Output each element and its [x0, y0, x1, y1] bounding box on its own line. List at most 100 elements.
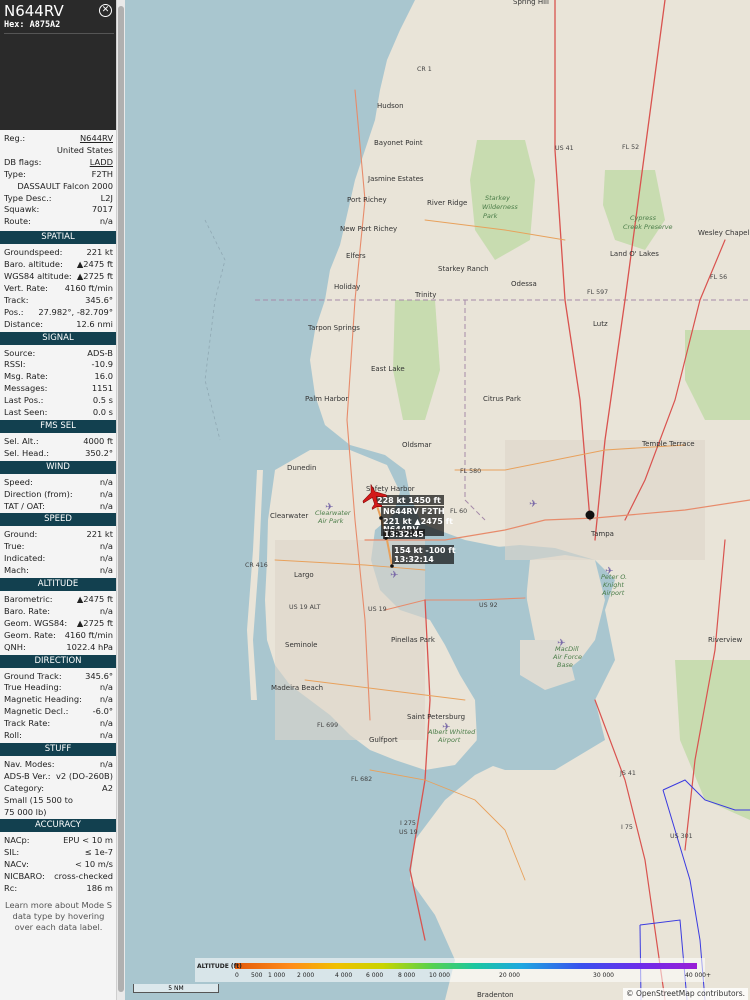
airport-icon[interactable]: ✈ [529, 499, 537, 510]
info-label[interactable]: Small (15 500 to [4, 794, 73, 806]
info-label[interactable]: Magnetic Decl.: [4, 705, 68, 717]
place-label: Pinellas Park [391, 636, 436, 644]
info-label[interactable]: Last Pos.: [4, 394, 43, 406]
park-label: Air Park [317, 517, 344, 525]
info-label[interactable]: RSSI: [4, 358, 26, 370]
info-row: Route: n/a [4, 215, 113, 227]
info-value: ADS-B [87, 347, 113, 358]
info-label[interactable]: Geom. Rate: [4, 629, 56, 641]
info-label[interactable]: Last Seen: [4, 406, 47, 418]
place-label: Seminole [285, 641, 317, 649]
info-label[interactable]: Ground Track: [4, 670, 62, 682]
park-label: Clearwater [315, 509, 352, 517]
info-label[interactable]: Sel. Alt.: [4, 435, 39, 447]
info-row: SIL: ≤ 1e-7 [4, 846, 113, 858]
info-label[interactable]: Roll: [4, 729, 22, 741]
info-label[interactable]: DB flags: [4, 156, 41, 168]
info-label[interactable]: Squawk: [4, 203, 39, 215]
info-label[interactable]: Msg. Rate: [4, 370, 48, 382]
airport-icon[interactable]: ✈ [605, 566, 613, 577]
map-view[interactable]: Spring Hill Hudson Bayonet Point Jasmine Es… [125, 0, 750, 1000]
info-value: United States [56, 144, 113, 155]
info-label[interactable]: Ground: [4, 528, 37, 540]
close-icon[interactable]: ✕ [99, 4, 112, 17]
info-label[interactable]: QNH: [4, 641, 26, 653]
info-row: ADS-B Ver.: v2 (DO-260B) [4, 770, 113, 782]
info-label[interactable]: NICBARO: [4, 870, 45, 882]
info-label[interactable]: Track: [4, 294, 29, 306]
info-row: Source: ADS-B [4, 347, 113, 359]
info-label[interactable]: True: [4, 540, 24, 552]
info-row: Track: 345.6° [4, 294, 113, 306]
info-label[interactable]: Distance: [4, 318, 43, 330]
road-shield-label: FL 56 [710, 274, 727, 281]
info-row: TAT / OAT: n/a [4, 500, 113, 512]
legend-tick: 0 [235, 972, 239, 979]
info-label[interactable]: Category: [4, 782, 44, 794]
info-label[interactable]: Nav. Modes: [4, 758, 55, 770]
info-value: 4160 ft/min [64, 282, 113, 293]
info-label[interactable]: Reg.: [4, 132, 25, 144]
road-shield-label: FL 682 [351, 776, 372, 783]
place-label: Trinity [414, 291, 436, 299]
info-label[interactable]: Sel. Head.: [4, 447, 49, 459]
track-label-time-2: 13:32:14 [394, 555, 434, 564]
info-label[interactable]: Baro. altitude: [4, 258, 63, 270]
info-label[interactable]: Track Rate: [4, 717, 50, 729]
info-value: n/a [99, 605, 113, 616]
info-label[interactable]: Direction (from): [4, 488, 73, 500]
legend-tick: 500 [251, 972, 263, 979]
info-label[interactable]: Indicated: [4, 552, 45, 564]
airport-icon[interactable]: ✈ [557, 638, 565, 649]
info-label[interactable]: Geom. WGS84: [4, 617, 67, 629]
place-label: Largo [294, 571, 314, 579]
info-label[interactable]: TAT / OAT: [4, 500, 45, 512]
info-label[interactable]: Route: [4, 215, 31, 227]
info-label[interactable]: NACv: [4, 858, 29, 870]
airport-icon[interactable]: ✈ [442, 722, 450, 733]
info-label[interactable]: SIL: [4, 846, 19, 858]
map-canvas[interactable]: Spring Hill Hudson Bayonet Point Jasmine Es… [125, 0, 750, 1000]
place-label: Dunedin [287, 464, 316, 472]
info-label[interactable]: ADS-B Ver.: [4, 770, 51, 782]
map-attribution[interactable]: © OpenStreetMap contributors. [623, 988, 748, 1000]
park-label: Park [483, 212, 498, 220]
info-row: QNH: 1022.4 hPa [4, 641, 113, 653]
info-label[interactable]: NACp: [4, 834, 30, 846]
info-label[interactable]: Messages: [4, 382, 47, 394]
info-label[interactable]: Speed: [4, 476, 33, 488]
info-value-link[interactable]: N644RV [80, 132, 113, 144]
place-label: Tampa [590, 530, 614, 538]
info-label[interactable]: 75 000 lb) [4, 806, 46, 818]
info-label[interactable]: Magnetic Heading: [4, 693, 82, 705]
info-value-link[interactable]: LADD [90, 156, 113, 168]
section-header: SPATIAL [0, 231, 116, 245]
info-row: Geom. Rate: 4160 ft/min [4, 629, 113, 641]
road-shield-label: I 275 [400, 820, 416, 827]
place-label: Lutz [593, 320, 608, 328]
info-label[interactable]: WGS84 altitude: [4, 270, 72, 282]
info-label[interactable]: Mach: [4, 564, 29, 576]
info-label[interactable]: Groundspeed: [4, 246, 62, 258]
info-row: Sel. Head.: 350.2° [4, 447, 113, 459]
info-label[interactable]: Type: [4, 168, 26, 180]
info-label[interactable]: Baro. Rate: [4, 605, 50, 617]
airport-icon[interactable]: ✈ [390, 570, 398, 581]
info-label[interactable]: Type Desc.: [4, 192, 52, 204]
info-label[interactable]: Pos.: [4, 306, 24, 318]
info-label[interactable]: Rc: [4, 882, 17, 894]
scroll-thumb[interactable] [118, 6, 124, 992]
info-value: cross-checked [54, 871, 113, 882]
airport-icon[interactable]: ✈ [325, 502, 333, 513]
receiver-marker [585, 510, 595, 520]
legend-tick: 10 000 [429, 972, 450, 979]
section-header: SPEED [0, 513, 116, 527]
info-row: Type Desc.: L2J [4, 192, 113, 204]
info-label[interactable]: Barometric: [4, 593, 53, 605]
info-label[interactable]: Vert. Rate: [4, 282, 48, 294]
legend-gradient [235, 963, 697, 969]
info-label[interactable]: True Heading: [4, 681, 62, 693]
road-shield-label: FL 597 [587, 289, 608, 296]
info-label[interactable]: Source: [4, 347, 35, 359]
info-row: Small (15 500 to [4, 794, 113, 806]
